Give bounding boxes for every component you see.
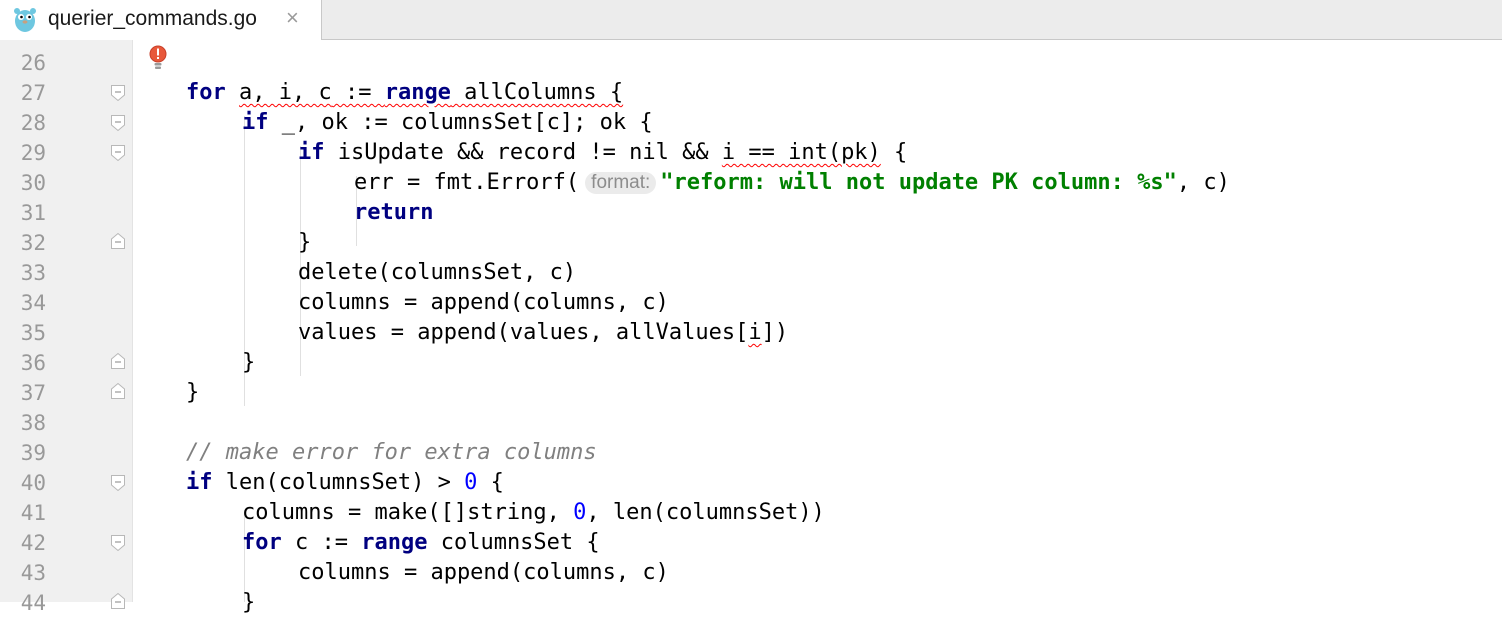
go-gopher-icon (14, 8, 36, 32)
code-text: columns = append(columns, c) (298, 560, 669, 585)
fold-end-icon[interactable] (110, 382, 126, 400)
line-number: 38 (20, 411, 46, 435)
line-number: 37 (20, 381, 46, 405)
code-text: { (477, 470, 504, 495)
editor-gutter: 26 27 28 29 30 31 32 33 34 35 36 37 38 3… (0, 40, 133, 615)
code-line-33[interactable]: delete(columnsSet, c) (298, 258, 576, 288)
error-underline: := (331, 80, 385, 105)
line-number: 33 (20, 261, 46, 285)
keyword: for (242, 530, 282, 555)
line-number: 41 (20, 501, 46, 525)
code-text: columns = make([]string, (242, 500, 574, 525)
keyword: range (384, 80, 451, 105)
line-number: 30 (20, 171, 46, 195)
code-line-34[interactable]: columns = append(columns, c) (298, 288, 669, 318)
code-text: c := (281, 530, 362, 555)
error-underline: i (748, 320, 762, 345)
code-line-30[interactable]: err = fmt.Errorf(format: "reform: will no… (354, 168, 1230, 198)
keyword: if (242, 110, 269, 135)
line-number: 43 (20, 561, 46, 585)
lightbulb-icon[interactable] (148, 44, 168, 74)
line-number: 27 (20, 81, 46, 105)
code-line-39[interactable]: // make error for extra columns (186, 438, 597, 468)
fold-end-icon[interactable] (110, 352, 126, 370)
editor-tab-bar: querier_commands.go × (0, 0, 1502, 40)
code-text: } (242, 590, 256, 615)
code-line-31[interactable]: return (354, 198, 433, 228)
line-number: 28 (20, 111, 46, 135)
code-text: err = fmt.Errorf( (354, 170, 580, 195)
fold-open-icon[interactable] (110, 534, 126, 552)
code-text: , c) (1176, 170, 1230, 195)
error-underline: a, i, c (239, 80, 332, 105)
error-underline: i == int(pk) (721, 140, 881, 165)
comment: // make error for extra columns (186, 440, 597, 465)
line-number: 35 (20, 321, 46, 345)
line-number: 31 (20, 201, 46, 225)
code-line-37[interactable]: } (186, 378, 199, 408)
fold-end-icon[interactable] (110, 592, 126, 610)
code-line-28[interactable]: if _, ok := columnsSet[c]; ok { (242, 108, 653, 138)
keyword: if (186, 470, 213, 495)
line-number: 40 (20, 471, 46, 495)
file-tab-label: querier_commands.go (48, 7, 257, 30)
line-number: 26 (20, 51, 46, 75)
string-literal: "reform: will not update PK column: %s" (660, 170, 1177, 195)
line-number: 44 (20, 591, 46, 615)
code-line-36[interactable]: } (242, 348, 255, 378)
fold-end-icon[interactable] (110, 232, 126, 250)
code-text: _, ok := columnsSet[c]; ok { (268, 110, 653, 135)
code-text: } (298, 230, 312, 255)
fold-open-icon[interactable] (110, 114, 126, 132)
line-number: 32 (20, 231, 46, 255)
code-text: } (242, 350, 256, 375)
line-number: 29 (20, 141, 46, 165)
fold-open-icon[interactable] (110, 144, 126, 162)
line-number: 42 (20, 531, 46, 555)
code-text: { (880, 140, 908, 165)
code-line-27[interactable]: for a, i, c := range allColumns { (186, 78, 623, 108)
keyword: return (354, 200, 434, 225)
line-number: 39 (20, 441, 46, 465)
line-number: 34 (20, 291, 46, 315)
close-tab-icon[interactable]: × (286, 5, 299, 31)
error-underline: allColumns { (450, 80, 624, 105)
code-text: } (186, 380, 200, 405)
fold-open-icon[interactable] (110, 84, 126, 102)
code-line-29[interactable]: if isUpdate && record != nil && i == int… (298, 138, 907, 168)
code-text: len(columnsSet) > (212, 470, 465, 495)
code-line-35[interactable]: values = append(values, allValues[i]) (298, 318, 788, 348)
code-text: values = append(values, allValues[ (298, 320, 749, 345)
code-line-42[interactable]: for c := range columnsSet { (242, 528, 600, 558)
code-editor[interactable]: 26 27 28 29 30 31 32 33 34 35 36 37 38 3… (0, 40, 1502, 615)
code-line-40[interactable]: if len(columnsSet) > 0 { (186, 468, 504, 498)
keyword: for (186, 80, 226, 105)
code-line-43[interactable]: columns = append(columns, c) (298, 558, 669, 588)
code-text: delete(columnsSet, c) (298, 260, 577, 285)
keyword: range (361, 530, 428, 555)
file-tab[interactable]: querier_commands.go × (0, 0, 322, 40)
code-line-32[interactable]: } (298, 228, 311, 258)
code-text: , len(columnsSet)) (586, 500, 825, 525)
gutter-separator (132, 40, 133, 602)
code-text: ]) (761, 320, 789, 345)
number-literal: 0 (573, 500, 587, 525)
fold-open-icon[interactable] (110, 474, 126, 492)
parameter-hint: format: (585, 172, 657, 194)
line-number: 36 (20, 351, 46, 375)
code-text: isUpdate && record != nil && (324, 140, 722, 165)
code-text: columns = append(columns, c) (298, 290, 669, 315)
number-literal: 0 (464, 470, 478, 495)
code-line-41[interactable]: columns = make([]string, 0, len(columnsS… (242, 498, 825, 528)
keyword: if (298, 140, 325, 165)
code-text: columnsSet { (427, 530, 600, 555)
code-line-44[interactable]: } (242, 588, 255, 618)
